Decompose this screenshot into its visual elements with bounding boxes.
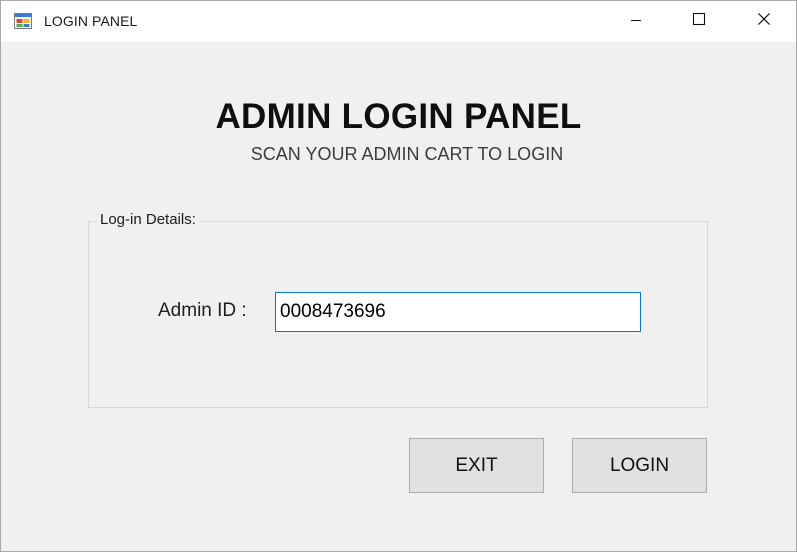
minimize-icon [630,13,642,31]
maximize-button[interactable] [676,1,722,42]
title-bar[interactable]: LOGIN PANEL [1,1,796,42]
groupbox-legend: Log-in Details: [97,211,199,228]
page-title: ADMIN LOGIN PANEL [215,97,582,136]
maximize-icon [692,12,706,31]
close-button[interactable] [741,1,787,42]
page-subtitle: SCAN YOUR ADMIN CART TO LOGIN [250,144,564,164]
close-icon [757,12,771,31]
admin-id-label: Admin ID : [158,300,247,321]
admin-id-input[interactable] [275,292,641,332]
app-icon [14,13,32,29]
login-window: LOGIN PANEL ADMIN LOGIN PANEL SCAN YOUR … [0,0,797,552]
window-title: LOGIN PANEL [44,13,138,29]
exit-button[interactable]: EXIT [409,438,544,493]
login-button[interactable]: LOGIN [572,438,707,493]
minimize-button[interactable] [613,1,659,42]
